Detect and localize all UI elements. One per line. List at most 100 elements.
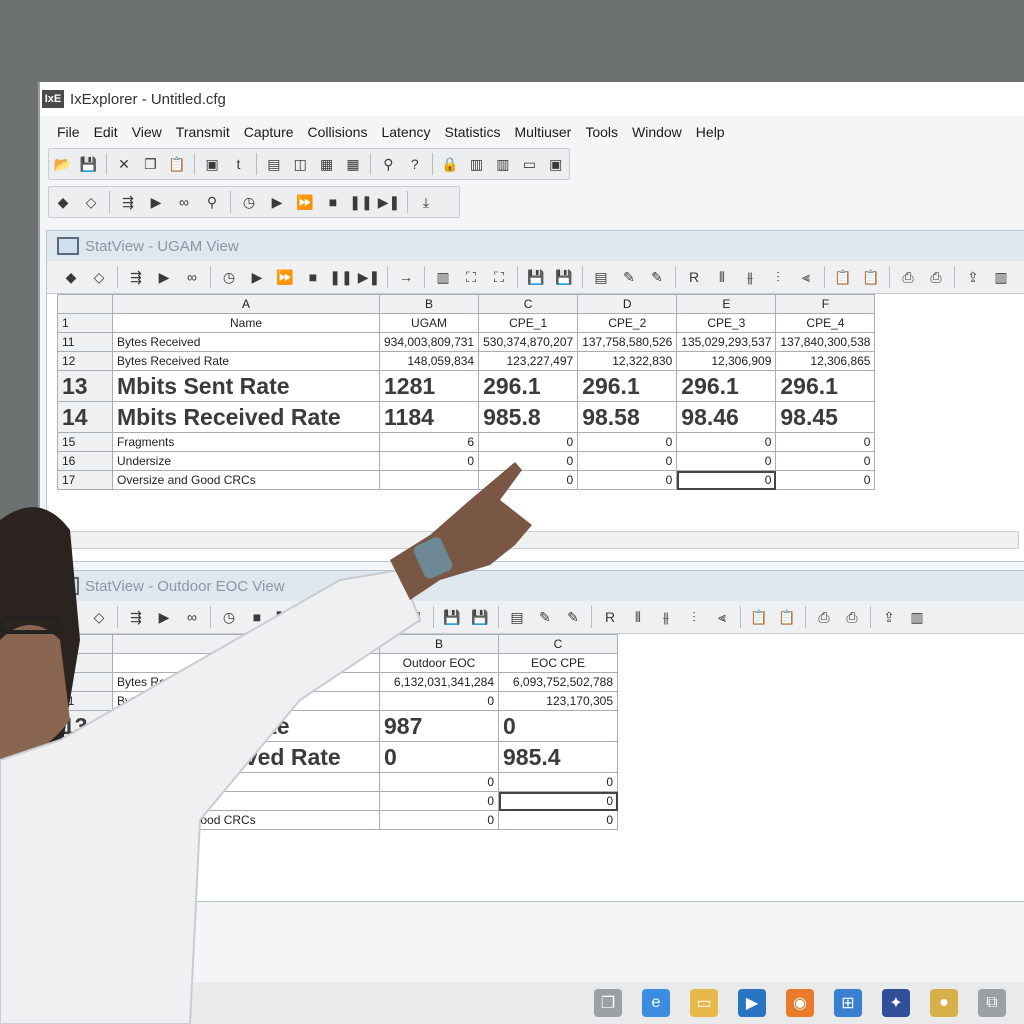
cell[interactable]: 0 bbox=[498, 810, 618, 830]
cell[interactable]: UGAM bbox=[378, 313, 480, 333]
step-icon[interactable]: ▶❚ bbox=[358, 266, 381, 288]
cell[interactable]: 0 bbox=[478, 451, 579, 471]
cell[interactable]: 0 bbox=[379, 810, 499, 830]
cell[interactable]: 0 bbox=[676, 432, 777, 452]
chart-icon[interactable]: ▥ bbox=[432, 266, 454, 288]
cell[interactable] bbox=[378, 470, 480, 490]
cut-icon[interactable]: ✕ bbox=[114, 153, 134, 175]
list-icon[interactable]: ▤ bbox=[590, 266, 612, 288]
glasses-icon[interactable]: ∞ bbox=[173, 191, 195, 213]
grid-alt-icon[interactable]: ▦ bbox=[343, 153, 363, 175]
columns-alt-icon[interactable]: ⫵ bbox=[739, 266, 761, 288]
cell[interactable]: 148,059,834 bbox=[378, 351, 480, 371]
network-icon[interactable]: ⧉ bbox=[978, 989, 1006, 1017]
print-preview-icon[interactable]: ⎙ bbox=[841, 606, 863, 628]
stat-name[interactable]: Undersize bbox=[112, 451, 380, 471]
row-number[interactable]: 16 bbox=[57, 451, 113, 471]
cell[interactable]: CPE_3 bbox=[676, 313, 777, 333]
stat-name[interactable]: Bytes Received bbox=[112, 672, 380, 692]
stat-name[interactable]: Bytes Received Rate bbox=[112, 691, 380, 711]
firefox-icon[interactable]: ◉ bbox=[786, 989, 814, 1017]
column-header[interactable] bbox=[57, 634, 113, 654]
column-header[interactable]: B bbox=[379, 634, 499, 654]
row-number[interactable]: 15 bbox=[57, 772, 113, 792]
columns-icon[interactable]: ⫴ bbox=[711, 266, 733, 288]
cell[interactable]: 0 bbox=[676, 451, 777, 471]
selected-cell[interactable]: 0 bbox=[676, 470, 777, 490]
table-alt-icon[interactable]: ▥ bbox=[493, 153, 513, 175]
cell[interactable]: 0 bbox=[775, 470, 876, 490]
cell[interactable]: 1184 bbox=[378, 401, 480, 433]
paste-icon[interactable]: 📋 bbox=[167, 153, 187, 175]
cell[interactable]: 98.58 bbox=[577, 401, 678, 433]
row-number[interactable] bbox=[57, 653, 113, 673]
save-view-icon[interactable]: 💾 bbox=[525, 266, 547, 288]
stat-name[interactable]: Mbits Received Rate bbox=[112, 741, 380, 773]
pause-icon[interactable]: ❚❚ bbox=[329, 266, 352, 288]
edge-browser-icon[interactable]: e bbox=[642, 989, 670, 1017]
menu-statistics[interactable]: Statistics bbox=[438, 124, 508, 140]
text-icon[interactable]: t bbox=[228, 153, 248, 175]
clock-icon[interactable]: ◷ bbox=[218, 606, 240, 628]
stat-name[interactable]: Mbits Sent Rate bbox=[112, 370, 380, 402]
columns-merge-icon[interactable]: ⫶ bbox=[767, 266, 789, 288]
cell[interactable]: 530,374,870,207 bbox=[478, 332, 579, 352]
save-icon[interactable]: 💾 bbox=[78, 153, 98, 175]
row-number[interactable]: 17 bbox=[57, 810, 113, 830]
open-folder-icon[interactable]: 📂 bbox=[52, 153, 72, 175]
menu-tools[interactable]: Tools bbox=[578, 124, 625, 140]
menu-collisions[interactable]: Collisions bbox=[301, 124, 375, 140]
row-number[interactable]: 14 bbox=[57, 741, 113, 773]
eraser-icon[interactable]: ◆ bbox=[52, 191, 74, 213]
fast-forward-icon[interactable]: ⏩ bbox=[274, 266, 296, 288]
menu-multiuser[interactable]: Multiuser bbox=[508, 124, 579, 140]
split-horizontal-icon[interactable]: ▤ bbox=[264, 153, 284, 175]
glasses-icon[interactable]: ∞ bbox=[181, 606, 203, 628]
row-number[interactable]: 15 bbox=[57, 432, 113, 452]
cell[interactable]: 0 bbox=[498, 772, 618, 792]
bar-chart-icon[interactable]: ▥ bbox=[990, 266, 1012, 288]
transmit-icon[interactable]: ⇶ bbox=[125, 606, 147, 628]
cell[interactable]: 0 bbox=[577, 470, 678, 490]
filter-alt-icon[interactable]: ⛶ bbox=[488, 266, 510, 288]
stop-icon[interactable]: ■ bbox=[302, 266, 324, 288]
bar-chart-icon[interactable]: ▥ bbox=[906, 606, 928, 628]
cell[interactable]: Outdoor EOC bbox=[379, 653, 499, 673]
cell[interactable]: 987 bbox=[379, 710, 499, 742]
to-icon[interactable]: ▭ bbox=[519, 153, 539, 175]
cell[interactable]: 0 bbox=[775, 432, 876, 452]
fast-forward-icon[interactable]: ⏩ bbox=[294, 191, 316, 213]
clipboard-icon[interactable]: 📋 bbox=[748, 606, 770, 628]
row-number[interactable]: 1 bbox=[57, 313, 113, 333]
properties-icon[interactable]: ▣ bbox=[202, 153, 222, 175]
clock-icon[interactable]: ◷ bbox=[218, 266, 240, 288]
menu-edit[interactable]: Edit bbox=[87, 124, 125, 140]
cell[interactable]: 0 bbox=[478, 470, 579, 490]
column-header[interactable]: C bbox=[498, 634, 618, 654]
stat-name[interactable]: Mbits Received Rate bbox=[112, 401, 380, 433]
cell[interactable]: 12,306,909 bbox=[676, 351, 777, 371]
menu-latency[interactable]: Latency bbox=[374, 124, 437, 140]
cell[interactable]: 98.45 bbox=[775, 401, 876, 433]
menu-file[interactable]: File bbox=[50, 124, 87, 140]
cell[interactable]: 6,093,752,502,788 bbox=[498, 672, 618, 692]
app-icon-gold[interactable]: ● bbox=[930, 989, 958, 1017]
clipboard-alt-icon[interactable]: 📋 bbox=[776, 606, 798, 628]
save-as-icon[interactable]: 💾 bbox=[553, 266, 575, 288]
cell[interactable]: 6 bbox=[378, 432, 480, 452]
binoculars-icon[interactable]: ⚲ bbox=[378, 153, 398, 175]
menu-help[interactable]: Help bbox=[689, 124, 732, 140]
menu-view[interactable]: View bbox=[125, 124, 169, 140]
eraser-alt-icon[interactable]: ◇ bbox=[80, 191, 102, 213]
column-header[interactable]: C bbox=[478, 294, 579, 314]
edit-alt-icon[interactable]: ✎ bbox=[562, 606, 584, 628]
save-as-icon[interactable]: 💾 bbox=[469, 606, 491, 628]
cell[interactable]: CPE_2 bbox=[577, 313, 678, 333]
row-number[interactable]: 17 bbox=[57, 470, 113, 490]
transmit-icon[interactable]: ⇶ bbox=[125, 266, 147, 288]
export-icon[interactable]: ⇪ bbox=[962, 266, 984, 288]
cell[interactable]: 12,322,830 bbox=[577, 351, 678, 371]
cell[interactable]: 934,003,809,731 bbox=[378, 332, 480, 352]
stat-name[interactable]: Fragments bbox=[112, 432, 380, 452]
cell[interactable]: 0 bbox=[379, 691, 499, 711]
